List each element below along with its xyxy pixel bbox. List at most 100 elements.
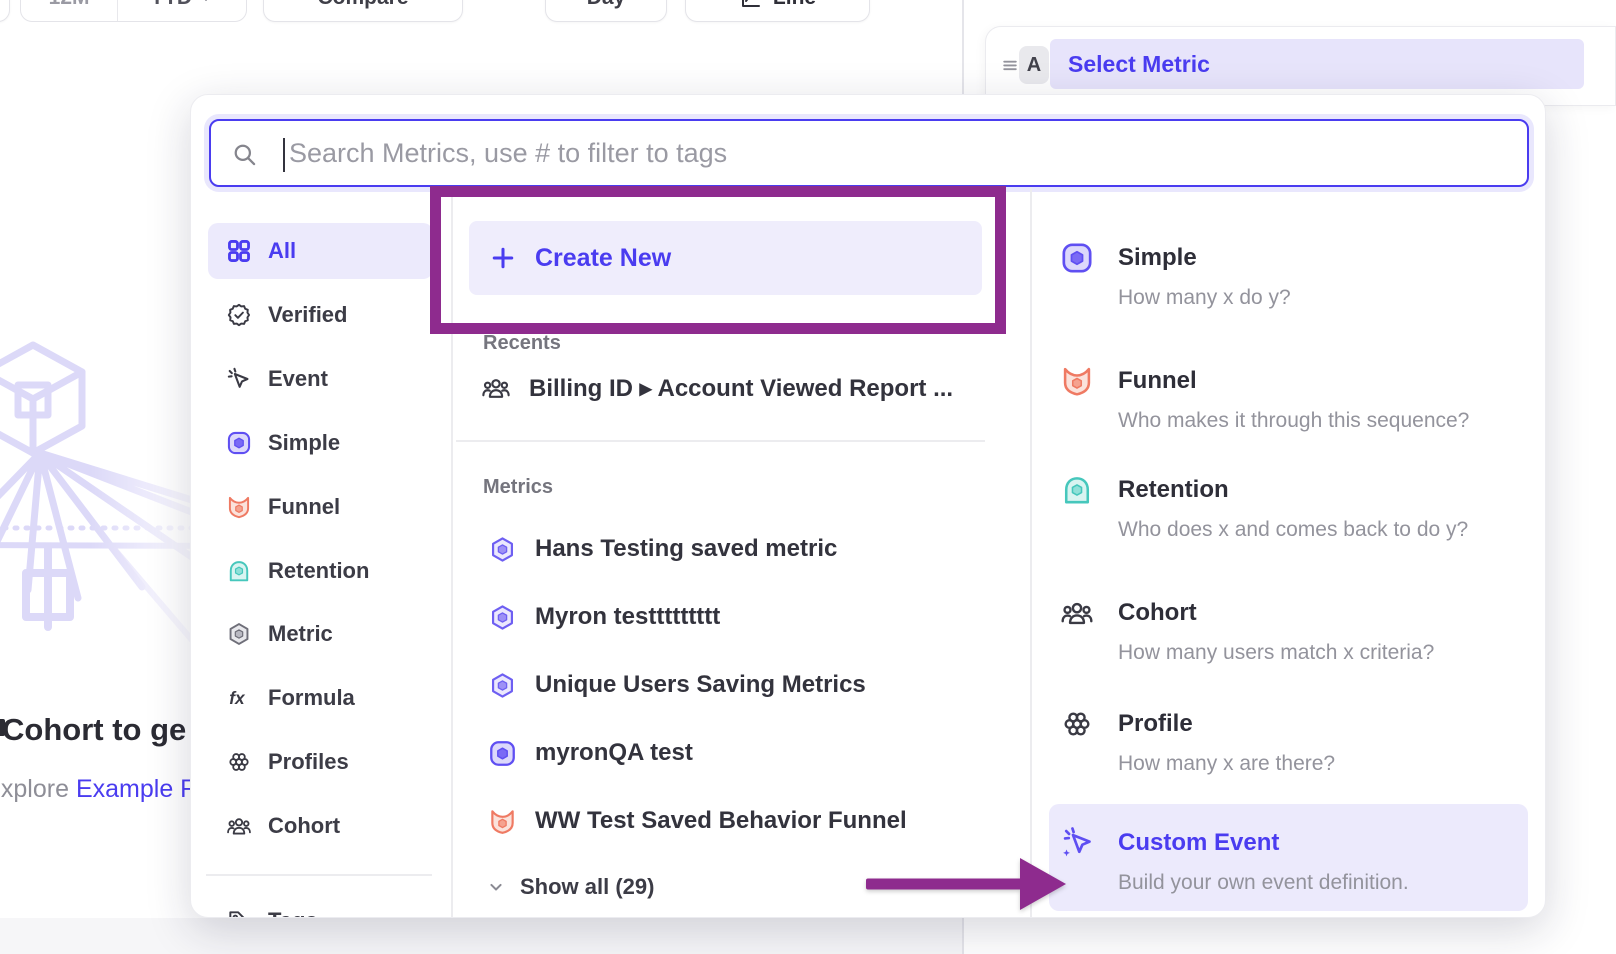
profiles-icon xyxy=(226,749,252,775)
recent-item-label: Billing ID ▸ Account Viewed Report ... xyxy=(529,374,953,403)
simple-icon xyxy=(1060,241,1094,275)
metric-type-title: Cohort xyxy=(1118,597,1197,629)
sidebar-item-label: All xyxy=(268,238,296,264)
funnel-icon xyxy=(488,807,517,836)
example-link[interactable]: Example R xyxy=(76,775,198,803)
metric-hex-icon xyxy=(488,535,517,564)
metric-item-label: Hans Testing saved metric xyxy=(535,535,837,563)
sidebar-item-label: Cohort xyxy=(268,813,340,839)
compare-button[interactable]: Compare xyxy=(263,0,463,22)
metric-type-cohort[interactable]: Cohort How many users match x criteria? xyxy=(1030,583,1546,693)
sidebar-item-label: Tags xyxy=(268,908,318,918)
metric-icon xyxy=(226,621,252,647)
sidebar-item-label: Simple xyxy=(268,430,340,456)
metric-item-unique-users-saving-metrics[interactable]: Unique Users Saving Metrics xyxy=(488,657,866,713)
sidebar-item-label: Retention xyxy=(268,558,369,584)
metric-search xyxy=(209,119,1529,187)
metric-type-title: Funnel xyxy=(1118,365,1197,397)
show-all-button[interactable]: Show all (29) xyxy=(486,859,654,915)
funnel-icon xyxy=(226,494,252,520)
select-metric-field[interactable]: Select Metric xyxy=(1050,39,1584,89)
sidebar-item-retention[interactable]: Retention xyxy=(208,543,433,599)
metric-type-title: Simple xyxy=(1118,242,1197,274)
metric-type-funnel[interactable]: Funnel Who makes it through this sequence… xyxy=(1030,351,1546,461)
date-range-group: 12M YTD xyxy=(20,0,247,22)
line-label: Line xyxy=(773,0,816,10)
metric-item-label: WW Test Saved Behavior Funnel xyxy=(535,807,907,835)
metric-item-hans-testing-saved-metric[interactable]: Hans Testing saved metric xyxy=(488,521,837,577)
range-12m-button[interactable]: 12M xyxy=(21,0,117,21)
sidebar-item-all[interactable]: All xyxy=(208,223,433,279)
sidebar-item-funnel[interactable]: Funnel xyxy=(208,479,433,535)
cohort-icon xyxy=(226,813,252,839)
range-12m-label: 12M xyxy=(49,0,90,10)
create-new-button[interactable]: Create New xyxy=(469,221,982,295)
sidebar-item-label: Event xyxy=(268,366,328,392)
metric-type-desc: How many users match x criteria? xyxy=(1118,639,1434,667)
show-all-label: Show all (29) xyxy=(520,874,654,900)
metric-type-desc: Who makes it through this sequence? xyxy=(1118,407,1469,435)
recents-divider xyxy=(456,440,985,442)
metric-item-label: Myron testtttttttt xyxy=(535,603,720,631)
metric-type-custom-event[interactable]: Custom Event Build your own event definit… xyxy=(1030,813,1546,918)
metric-item-label: myronQA test xyxy=(535,739,693,767)
metric-type-profile[interactable]: Profile How many x are there? xyxy=(1030,694,1546,804)
plus-icon xyxy=(489,244,517,272)
metric-row-badge: A xyxy=(1019,46,1049,84)
sidebar-item-formula[interactable]: fx Formula xyxy=(208,670,433,726)
line-chart-icon xyxy=(739,0,763,10)
select-metric-label: Select Metric xyxy=(1068,51,1210,78)
day-button[interactable]: Day xyxy=(545,0,667,22)
metric-type-title: Custom Event xyxy=(1118,827,1279,859)
sidebar-divider xyxy=(206,874,432,876)
metric-hex-icon xyxy=(488,671,517,700)
sidebar-item-simple[interactable]: Simple xyxy=(208,415,433,471)
formula-icon: fx xyxy=(226,685,252,711)
metric-item-label: Unique Users Saving Metrics xyxy=(535,671,866,699)
funnel-icon xyxy=(1060,364,1094,398)
day-label: Day xyxy=(587,0,626,10)
svg-text:fx: fx xyxy=(229,688,246,708)
cohort-icon xyxy=(1060,596,1094,630)
sidebar-item-verified[interactable]: Verified xyxy=(208,287,433,343)
empty-state-subtext: explore Example R xyxy=(0,775,198,804)
metric-type-desc: How many x do y? xyxy=(1118,284,1291,312)
metric-type-desc: Build your own event definition. xyxy=(1118,869,1409,897)
metric-type-retention[interactable]: RetentionWho does x and comes back to do… xyxy=(1030,460,1546,570)
toolbar-stub-button[interactable] xyxy=(0,0,10,22)
metric-type-desc: How many x are there? xyxy=(1118,750,1335,778)
grid-icon xyxy=(226,238,252,264)
create-new-label: Create New xyxy=(535,244,671,273)
sidebar-item-profiles[interactable]: Profiles xyxy=(208,734,433,790)
drag-handle-icon[interactable] xyxy=(1000,55,1020,75)
profiles-icon xyxy=(1060,707,1094,741)
recents-heading: Recents xyxy=(483,332,561,355)
range-ytd-button[interactable]: YTD xyxy=(117,0,246,21)
cohort-icon xyxy=(481,373,511,403)
sidebar-item-event[interactable]: Event xyxy=(208,351,433,407)
line-chart-type-button[interactable]: Line xyxy=(685,0,870,22)
chevron-down-icon xyxy=(486,877,506,897)
canvas-footer xyxy=(0,918,962,954)
event-icon xyxy=(226,366,252,392)
metric-item-myron-testtttttttt[interactable]: Myron testtttttttt xyxy=(488,589,720,645)
metric-item-ww-test-saved-behavior-funnel[interactable]: WW Test Saved Behavior Funnel xyxy=(488,793,907,849)
metrics-heading: Metrics xyxy=(483,476,553,499)
sidebar-item-tags[interactable]: Tags xyxy=(208,893,433,918)
metric-item-myronqa-test[interactable]: myronQA test xyxy=(488,725,693,781)
column-divider-1 xyxy=(451,187,453,917)
metric-type-desc: Who does x and comes back to do y? xyxy=(1118,516,1468,544)
sidebar-item-label: Verified xyxy=(268,302,347,328)
sidebar-item-label: Formula xyxy=(268,685,355,711)
search-input[interactable] xyxy=(211,121,1527,185)
sidebar-item-cohort[interactable]: Cohort xyxy=(208,798,433,854)
compare-label: Compare xyxy=(317,0,408,10)
recent-item[interactable]: Billing ID ▸ Account Viewed Report ... xyxy=(481,360,953,416)
metric-type-title: Profile xyxy=(1118,708,1193,740)
metric-type-simple[interactable]: Simple How many x do y? xyxy=(1030,228,1546,338)
sidebar-item-label: Funnel xyxy=(268,494,340,520)
sidebar-item-label: Profiles xyxy=(268,749,349,775)
sidebar-item-metric[interactable]: Metric xyxy=(208,606,433,662)
simple-icon xyxy=(488,739,517,768)
metric-hex-icon xyxy=(488,603,517,632)
